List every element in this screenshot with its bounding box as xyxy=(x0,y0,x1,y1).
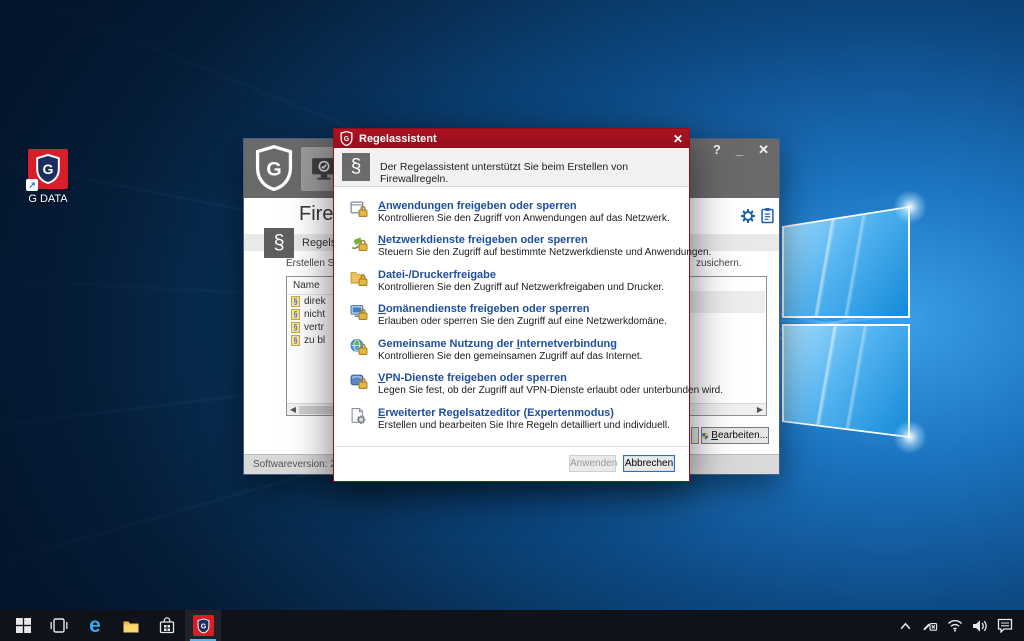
hidden-button-edge xyxy=(691,427,699,444)
pen-input-x-icon[interactable] xyxy=(922,618,938,634)
uac-shield-icon xyxy=(702,430,708,442)
paragraph-section-icon: § xyxy=(342,153,370,181)
svg-text:G: G xyxy=(344,136,349,143)
dialog-intro-text: Der Regelassistent unterstützt Sie beim … xyxy=(380,161,689,185)
scroll-right-icon[interactable]: ▶ xyxy=(754,405,766,414)
action-center-icon[interactable] xyxy=(997,618,1013,634)
folder-icon xyxy=(122,619,140,633)
help-button[interactable]: ? xyxy=(713,142,721,158)
rule-assistant-dialog: G Regelassistent ✕ § Der Regelassistent … xyxy=(333,128,690,482)
svg-text:G: G xyxy=(43,161,54,177)
windows-start-icon xyxy=(16,618,31,633)
paragraph-icon: § xyxy=(291,309,300,320)
file-explorer-button[interactable] xyxy=(113,610,149,641)
paragraph-icon: § xyxy=(291,335,300,346)
dialog-footer: Anwenden Abbrechen xyxy=(334,446,689,481)
close-icon[interactable]: ✕ xyxy=(673,132,683,146)
scroll-left-icon[interactable]: ◀ xyxy=(287,405,299,414)
rulesets-description-left: Erstellen S xyxy=(286,258,334,269)
edge-button[interactable]: e xyxy=(77,610,113,641)
edge-icon: e xyxy=(89,615,101,636)
rulesets-description-right: zusichern. xyxy=(696,258,742,269)
dialog-title: Regelassistent xyxy=(359,133,437,145)
start-button[interactable] xyxy=(5,610,41,641)
svg-text:G: G xyxy=(200,623,206,630)
gdata-taskbar-button[interactable]: G xyxy=(185,610,221,641)
windows-logo-pane-bottom xyxy=(782,324,910,438)
taskbar: e G xyxy=(0,610,1024,641)
hidden-icons-chevron[interactable] xyxy=(897,618,913,634)
task-view-icon xyxy=(50,618,68,633)
paragraph-icon: § xyxy=(291,296,300,307)
gdata-logo-shield-icon: G xyxy=(253,145,295,196)
dialog-titlebar[interactable]: G Regelassistent ✕ xyxy=(334,129,689,148)
gdata-shield-icon: G xyxy=(193,615,214,636)
task-view-button[interactable] xyxy=(41,610,77,641)
rulesets-tab-icon[interactable]: § xyxy=(264,228,294,258)
document-gear-icon xyxy=(350,407,368,430)
gdata-shield-icon: G ↗ xyxy=(28,149,68,189)
wifi-icon[interactable] xyxy=(947,618,963,634)
network-plug-lock-icon xyxy=(350,234,368,257)
close-button[interactable]: ✕ xyxy=(758,142,769,158)
volume-icon[interactable] xyxy=(972,618,988,634)
logo-glow xyxy=(893,190,927,224)
domain-computer-lock-icon xyxy=(350,303,368,326)
desktop-shortcut-label: G DATA xyxy=(14,193,82,205)
folder-lock-icon xyxy=(350,269,368,292)
desktop-shortcut-gdata[interactable]: G ↗ G DATA xyxy=(14,149,82,205)
logo-glow xyxy=(893,420,927,454)
store-button[interactable] xyxy=(149,610,185,641)
globe-lock-icon xyxy=(350,338,368,361)
store-icon xyxy=(159,617,175,634)
apply-button: Anwenden xyxy=(569,455,616,472)
vpn-lock-icon xyxy=(350,372,368,395)
settings-gear-icon[interactable] xyxy=(740,208,756,229)
gdata-shield-icon: G xyxy=(340,131,353,146)
shortcut-arrow-icon: ↗ xyxy=(26,179,38,191)
desktop: G ↗ G DATA G xyxy=(0,0,1024,641)
cancel-button[interactable]: Abbrechen xyxy=(623,455,675,472)
protocol-clipboard-icon[interactable] xyxy=(761,207,774,229)
paragraph-icon: § xyxy=(291,322,300,333)
edit-button[interactable]: Bearbeiten... xyxy=(701,427,769,444)
app-window-lock-icon xyxy=(350,200,368,223)
minimize-button[interactable]: _ xyxy=(736,142,743,158)
svg-text:G: G xyxy=(266,158,281,180)
dialog-intro: § Der Regelassistent unterstützt Sie bei… xyxy=(334,148,689,187)
